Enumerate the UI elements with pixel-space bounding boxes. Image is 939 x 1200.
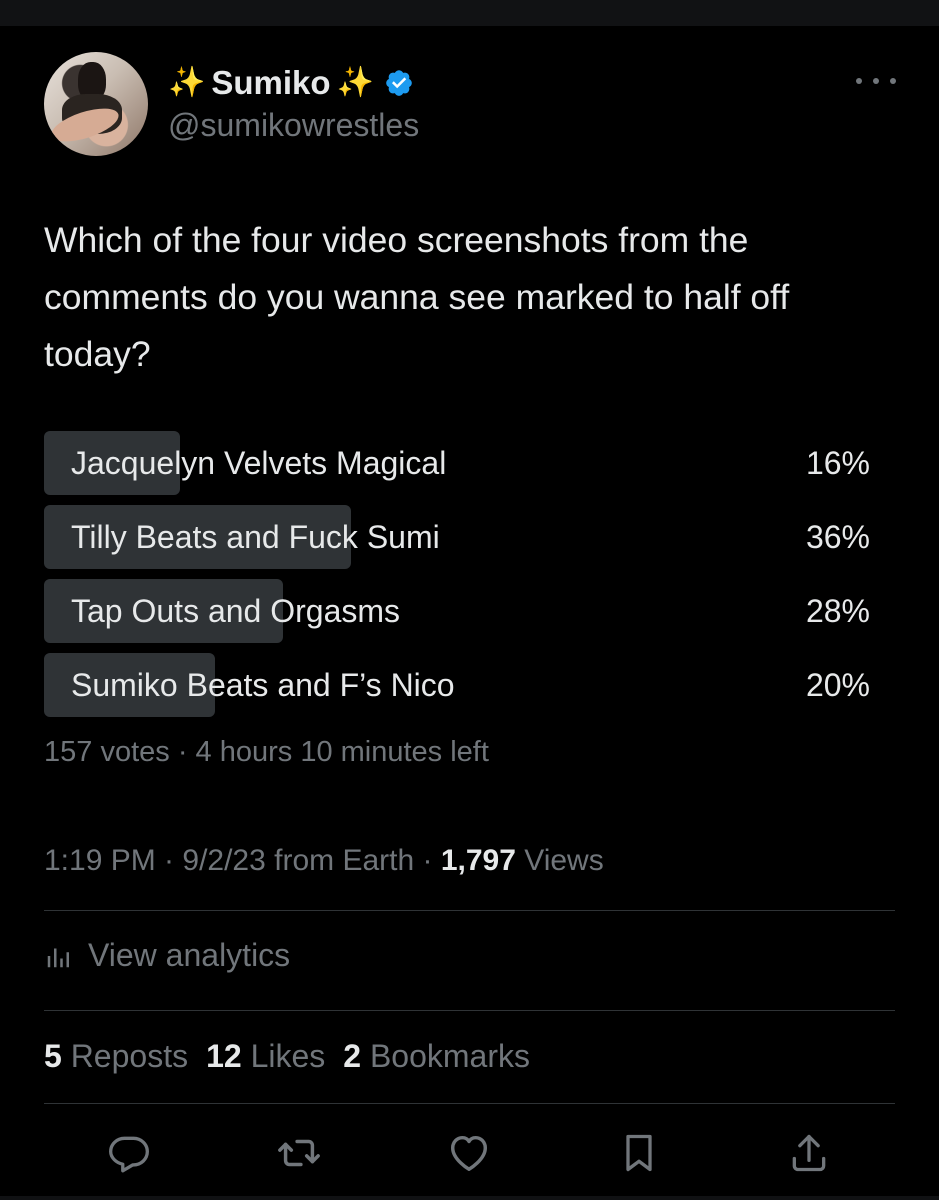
- analytics-icon: [47, 948, 69, 967]
- avatar[interactable]: [44, 52, 148, 156]
- views-label: Views: [515, 844, 604, 877]
- verified-badge-icon: [386, 70, 412, 96]
- views-count: 1,797: [440, 844, 516, 877]
- bookmark-icon[interactable]: [616, 1130, 662, 1176]
- poll-option-percent: 36%: [805, 519, 870, 555]
- action-bar: [0, 1130, 939, 1180]
- bookmarks-stat[interactable]: 2 Bookmarks: [343, 1038, 530, 1074]
- poll-option-label: Tilly Beats and Fuck Sumi: [71, 519, 440, 555]
- poll-option-label: Tap Outs and Orgasms: [71, 593, 401, 629]
- display-name[interactable]: Sumiko: [211, 64, 330, 102]
- bookmarks-count: 2: [343, 1038, 362, 1074]
- bookmarks-label: Bookmarks: [361, 1038, 530, 1074]
- engagement-stats: 5 Reposts 12 Likes 2 Bookmarks: [44, 1038, 530, 1075]
- divider: [44, 1103, 895, 1104]
- bottom-edge: [0, 1196, 939, 1200]
- user-handle[interactable]: @sumikowrestles: [168, 107, 419, 144]
- reply-icon[interactable]: [106, 1130, 152, 1176]
- divider: [44, 910, 895, 911]
- tweet-text: Which of the four video screenshots from…: [44, 220, 790, 374]
- poll-option-label: Jacquelyn Velvets Magical: [71, 445, 447, 481]
- view-analytics-label: View analytics: [88, 937, 291, 973]
- top-bar: [0, 0, 939, 26]
- poll-option[interactable]: Tilly Beats and Fuck Sumi 36%: [44, 505, 870, 569]
- display-name-row[interactable]: ✨ Sumiko ✨: [168, 60, 414, 106]
- tweet-timestamp[interactable]: 1:19 PM · 9/2/23 from Earth · 1,797 View…: [44, 844, 604, 878]
- reposts-count: 5: [44, 1038, 62, 1074]
- poll-option[interactable]: Sumiko Beats and F’s Nico 20%: [44, 653, 870, 717]
- sparkle-left-icon: ✨: [168, 66, 206, 99]
- poll-option[interactable]: Jacquelyn Velvets Magical 16%: [44, 431, 870, 495]
- reposts-stat[interactable]: 5 Reposts: [44, 1038, 188, 1074]
- repost-icon[interactable]: [276, 1130, 322, 1176]
- poll-option-label: Sumiko Beats and F’s Nico: [71, 667, 455, 703]
- poll-meta: 157 votes · 4 hours 10 minutes left: [44, 736, 489, 768]
- more-icon[interactable]: [856, 68, 896, 94]
- sparkle-right-icon: ✨: [336, 66, 374, 99]
- reposts-label: Reposts: [61, 1038, 189, 1074]
- divider: [44, 1010, 895, 1011]
- likes-count: 12: [206, 1038, 242, 1074]
- poll: Jacquelyn Velvets Magical 16% Tilly Beat…: [44, 431, 870, 727]
- poll-option[interactable]: Tap Outs and Orgasms 28%: [44, 579, 870, 643]
- view-analytics-link[interactable]: View analytics: [44, 937, 290, 974]
- likes-label: Likes: [241, 1038, 326, 1074]
- poll-option-percent: 28%: [805, 593, 870, 629]
- poll-option-percent: 20%: [805, 667, 870, 703]
- likes-stat[interactable]: 12 Likes: [206, 1038, 325, 1074]
- heart-icon[interactable]: [446, 1130, 492, 1176]
- timestamp-text: 1:19 PM · 9/2/23 from Earth ·: [44, 844, 441, 877]
- share-icon[interactable]: [786, 1130, 832, 1176]
- poll-option-percent: 16%: [805, 445, 870, 481]
